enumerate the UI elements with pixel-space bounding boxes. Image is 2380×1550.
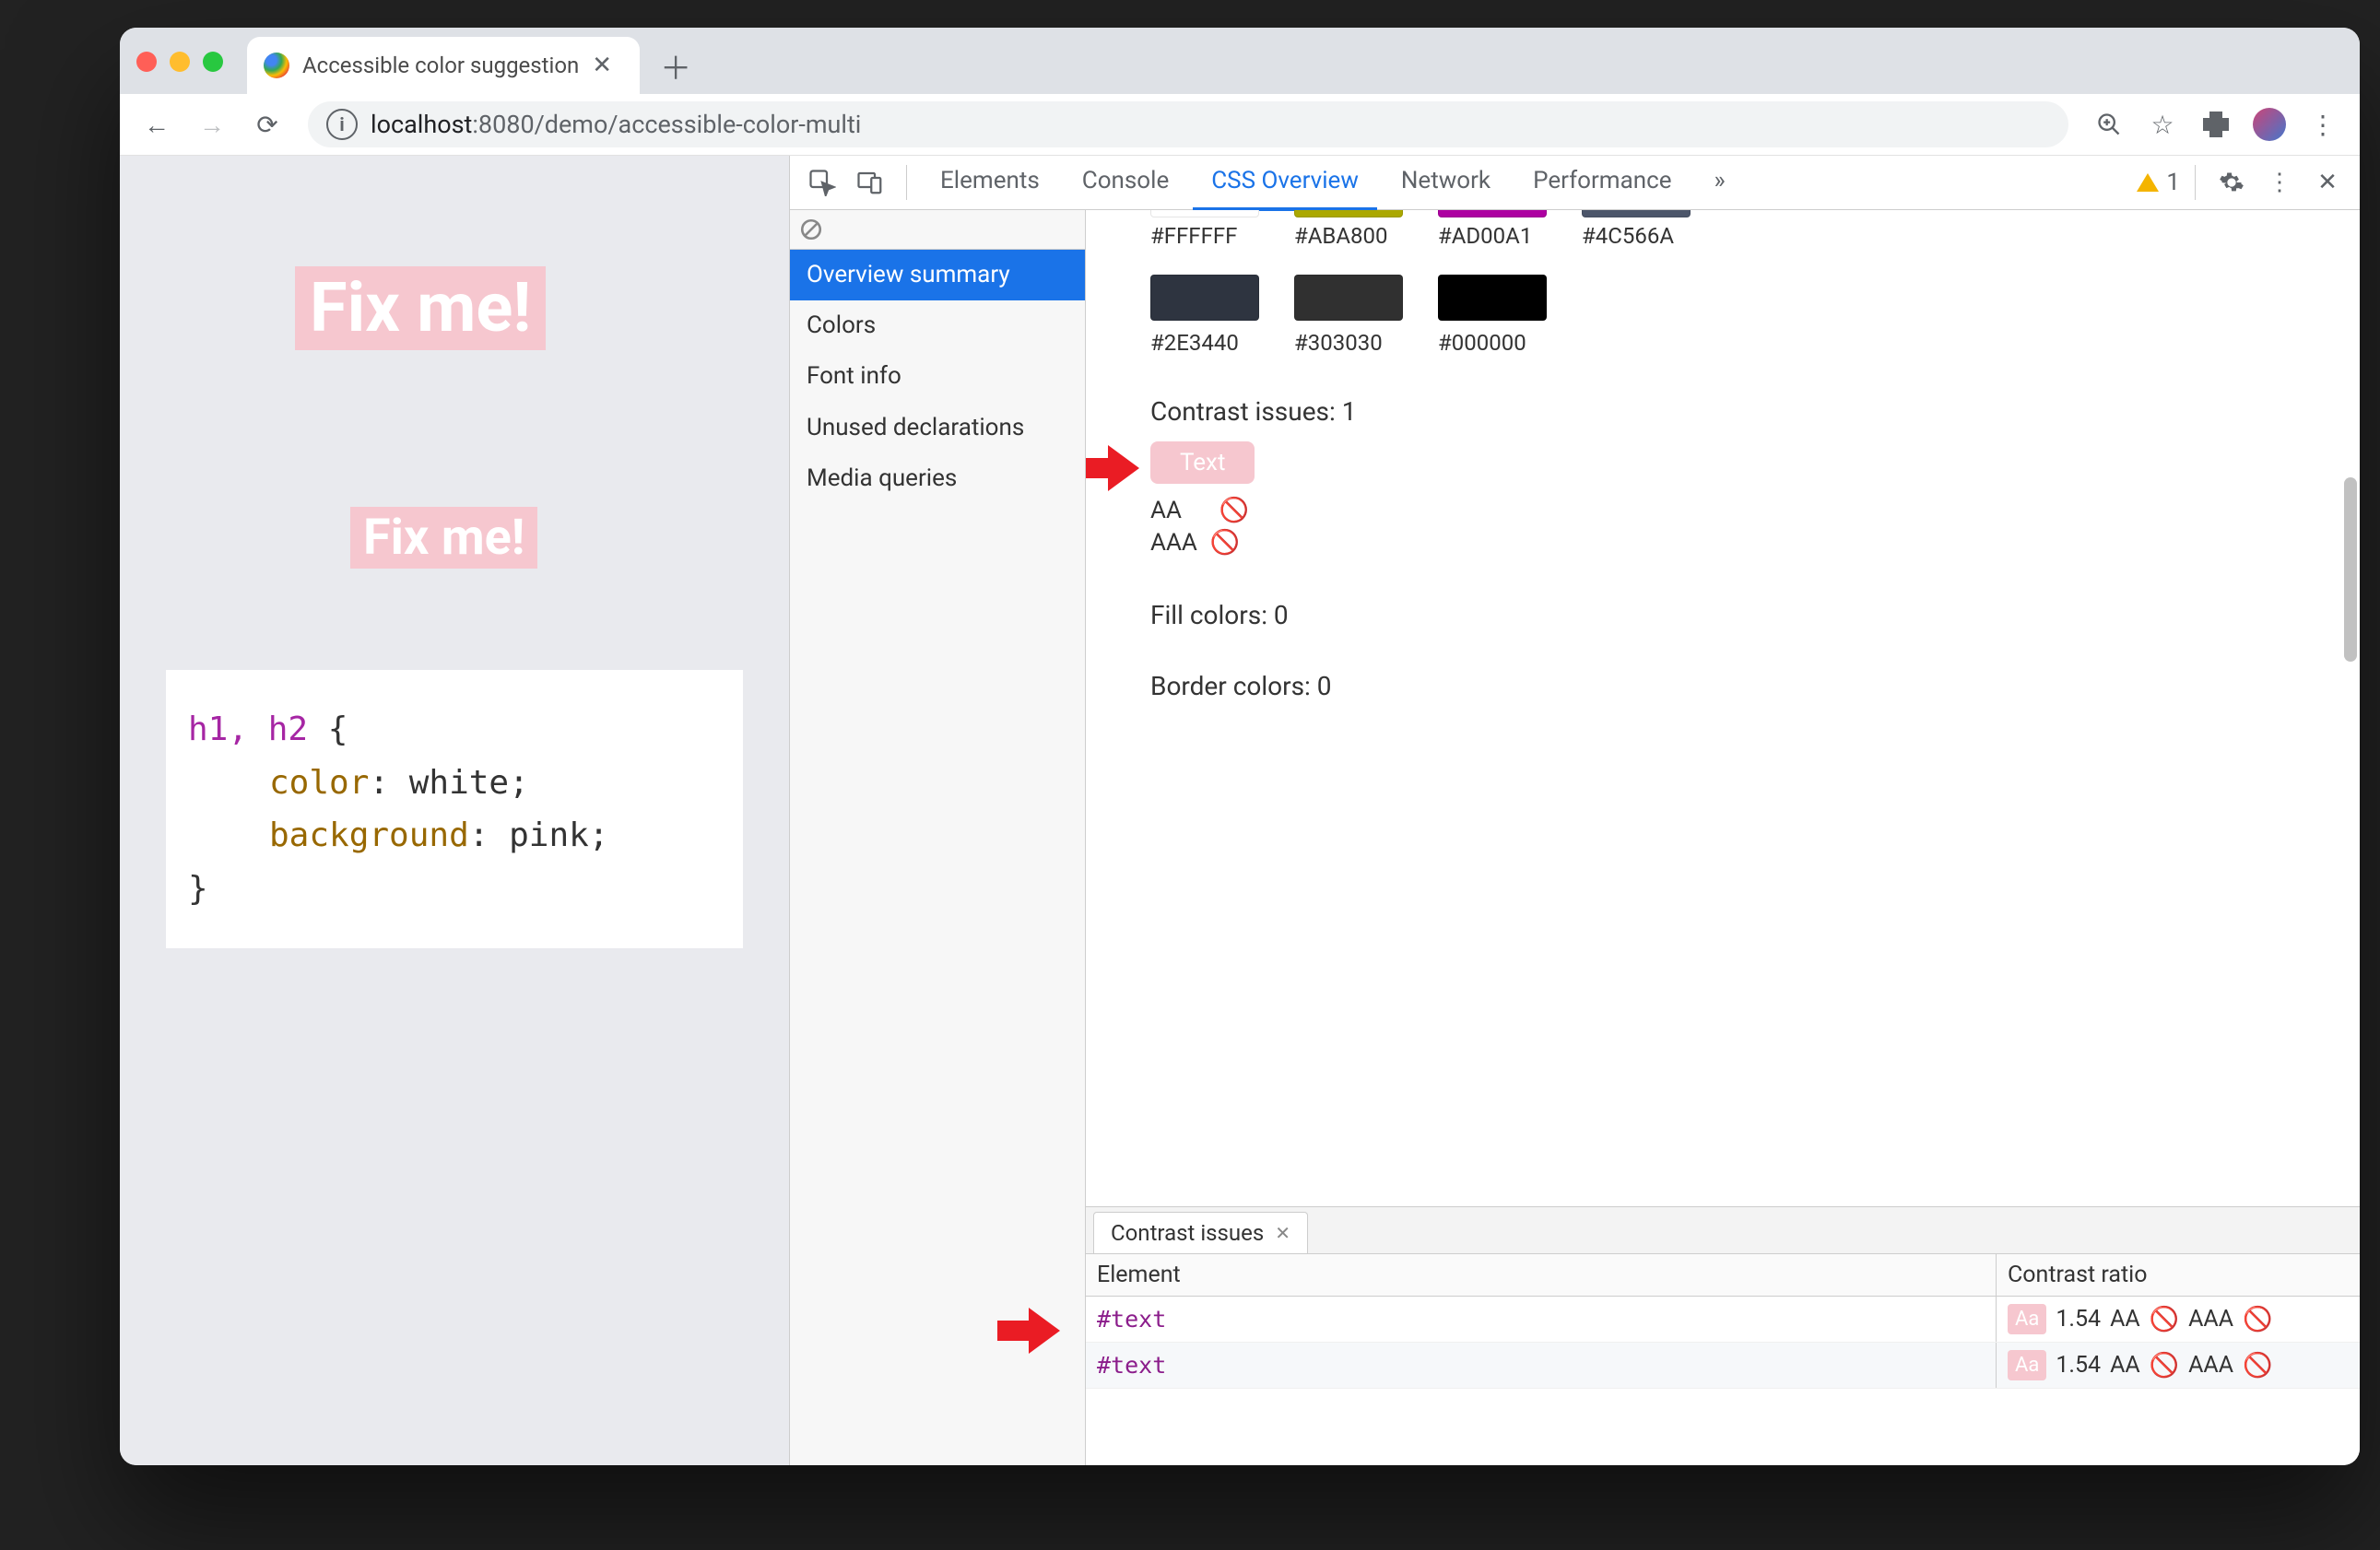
color-swatch[interactable]: #000000 [1438,275,1545,356]
devtools-settings-button[interactable] [2210,161,2253,204]
ratio-cell: Aa 1.54 AA 🚫 AAA 🚫 [1996,1297,2360,1342]
devtools-menu-button[interactable]: ⋮ [2258,161,2301,204]
sidebar-item-media-queries[interactable]: Media queries [790,453,1085,504]
ratio-cell: Aa 1.54 AA 🚫 AAA 🚫 [1996,1343,2360,1388]
site-info-icon[interactable]: i [326,109,358,140]
rating-aaa-label: AAA [1150,527,1197,559]
element-cell: #text [1086,1343,1996,1388]
zoom-indicator-icon[interactable] [2085,100,2133,148]
rating-aa-label: AA [1150,495,1182,527]
inspect-element-button[interactable] [801,161,843,204]
color-swatch[interactable]: #AD00A1 [1438,210,1545,249]
fill-colors-heading: Fill colors: 0 [1150,600,2360,630]
css-overview-main: #FFFFFF #ABA800 #AD00A1 #4C566A #2E3440 … [1086,210,2360,1465]
tab-network[interactable]: Network [1383,154,1509,211]
col-contrast-ratio: Contrast ratio [1996,1254,2360,1296]
devtools-close-button[interactable]: ✕ [2306,161,2349,204]
profile-button[interactable] [2245,100,2293,148]
issues-badge[interactable]: 1 [2137,169,2180,196]
code-snippet: h1, h2 { color: white; background: pink;… [166,670,743,948]
extensions-button[interactable] [2192,100,2240,148]
browser-window: Accessible color suggestion ✕ ＋ ← → ⟳ i … [120,28,2360,1465]
color-swatch[interactable]: #2E3440 [1150,275,1257,356]
drawer-tab-close-button[interactable]: ✕ [1275,1222,1290,1244]
url-text: localhost:8080/demo/accessible-color-mul… [371,110,861,139]
window-controls [136,52,223,72]
drawer-table-header: Element Contrast ratio [1086,1254,2360,1297]
browser-tab[interactable]: Accessible color suggestion ✕ [247,37,640,94]
annotation-arrow-icon [997,1308,1062,1354]
tab-performance[interactable]: Performance [1514,154,1690,211]
tab-title: Accessible color suggestion [302,53,579,78]
fail-icon: 🚫 [2243,1306,2272,1333]
window-close-button[interactable] [136,52,157,72]
fail-icon: 🚫 [2150,1306,2179,1333]
page-heading-1: Fix me! [295,266,546,350]
devtools-panel: Elements Console CSS Overview Network Pe… [789,156,2360,1465]
drawer-tab-label: Contrast issues [1111,1220,1264,1246]
tab-elements[interactable]: Elements [922,154,1058,211]
issues-count: 1 [2166,169,2180,196]
css-overview-sidebar: Overview summary Colors Font info Unused… [790,210,1086,1465]
address-bar[interactable]: i localhost:8080/demo/accessible-color-m… [308,101,2068,147]
window-zoom-button[interactable] [203,52,223,72]
page-heading-2: Fix me! [350,507,537,569]
device-toolbar-button[interactable] [849,161,891,204]
browser-tabstrip: Accessible color suggestion ✕ ＋ [120,28,2360,94]
fail-icon: 🚫 [1219,495,1249,527]
color-swatch[interactable]: #FFFFFF [1150,210,1257,249]
back-button[interactable]: ← [133,100,181,148]
rendered-page: Fix me! Fix me! h1, h2 { color: white; b… [120,156,789,1465]
sidebar-item-overview-summary[interactable]: Overview summary [790,250,1085,300]
tab-more-button[interactable]: » [1695,154,1743,211]
sidebar-item-unused-declarations[interactable]: Unused declarations [790,403,1085,453]
new-tab-button[interactable]: ＋ [653,42,699,88]
reload-button[interactable]: ⟳ [243,100,291,148]
chrome-menu-button[interactable]: ⋮ [2299,100,2347,148]
drawer-tab-contrast-issues[interactable]: Contrast issues ✕ [1093,1212,1308,1253]
tab-css-overview[interactable]: CSS Overview [1193,154,1377,211]
devtools-tabbar: Elements Console CSS Overview Network Pe… [790,156,2360,210]
contrast-issues-heading: Contrast issues: 1 [1150,396,2360,427]
sidebar-item-colors[interactable]: Colors [790,300,1085,351]
content-row: Fix me! Fix me! h1, h2 { color: white; b… [120,156,2360,1465]
color-swatch-row: #2E3440 #303030 #000000 [1150,275,2360,356]
border-colors-heading: Border colors: 0 [1150,671,2360,701]
contrast-issue-swatch[interactable]: Text [1150,441,1255,484]
color-swatch-row: #FFFFFF #ABA800 #AD00A1 #4C566A [1150,210,2360,249]
annotation-arrow-icon [1086,445,1141,491]
drawer-tabbar: Contrast issues ✕ [1086,1207,2360,1254]
favicon-icon [264,53,289,78]
table-row[interactable]: #text Aa 1.54 AA 🚫 AAA 🚫 [1086,1297,2360,1343]
text-sample-chip: Aa [2008,1350,2046,1380]
tab-console[interactable]: Console [1064,154,1187,211]
col-element: Element [1086,1254,1996,1296]
css-overview-scroll[interactable]: #FFFFFF #ABA800 #AD00A1 #4C566A #2E3440 … [1086,210,2360,1206]
fail-icon: 🚫 [1210,527,1240,559]
puzzle-icon [2203,112,2229,137]
fail-icon: 🚫 [2150,1352,2179,1380]
avatar [2253,108,2286,141]
color-swatch[interactable]: #ABA800 [1294,210,1401,249]
forward-button[interactable]: → [188,100,236,148]
fail-icon: 🚫 [2243,1352,2272,1380]
devtools-drawer: Contrast issues ✕ Element Contrast ratio [1086,1206,2360,1465]
contrast-ratings: AA 🚫 AAA 🚫 [1150,495,2360,559]
color-swatch[interactable]: #4C566A [1582,210,1689,249]
sidebar-item-font-info[interactable]: Font info [790,351,1085,402]
tab-close-button[interactable]: ✕ [592,52,612,79]
bookmark-button[interactable]: ☆ [2138,100,2186,148]
browser-toolbar: ← → ⟳ i localhost:8080/demo/accessible-c… [120,94,2360,156]
table-row[interactable]: #text Aa 1.54 AA 🚫 AAA 🚫 [1086,1343,2360,1389]
window-minimize-button[interactable] [170,52,190,72]
warning-icon [2137,173,2159,192]
sidebar-clear-button[interactable] [790,210,1085,250]
element-cell: #text [1086,1297,1996,1342]
text-sample-chip: Aa [2008,1304,2046,1334]
color-swatch[interactable]: #303030 [1294,275,1401,356]
